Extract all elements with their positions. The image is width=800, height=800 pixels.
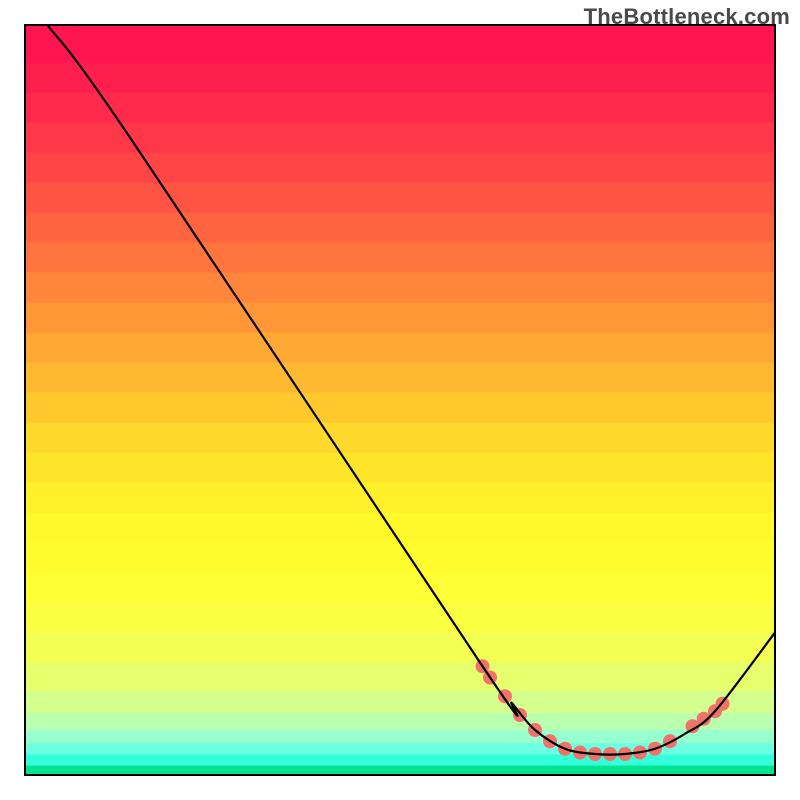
chart-container: TheBottleneck.com bbox=[0, 0, 800, 800]
bottleneck-chart bbox=[0, 0, 800, 800]
gradient-background bbox=[25, 25, 775, 776]
watermark-text: TheBottleneck.com bbox=[584, 4, 790, 30]
